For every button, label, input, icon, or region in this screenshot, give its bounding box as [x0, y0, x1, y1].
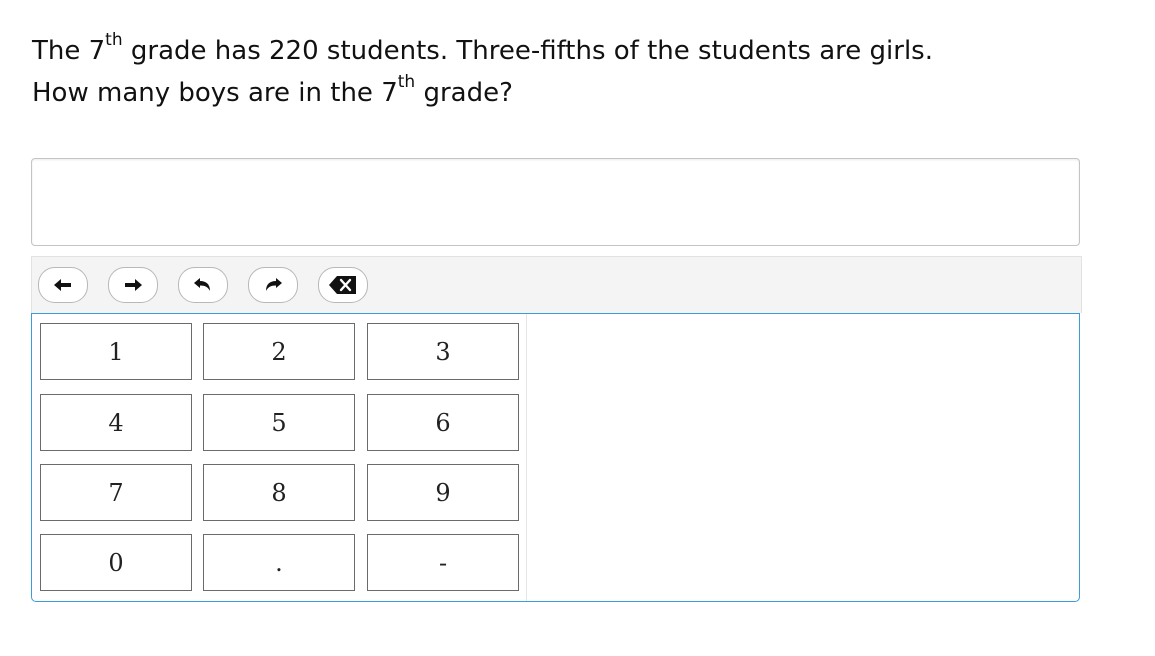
move-left-button[interactable]	[38, 267, 88, 303]
arrow-right-icon	[125, 279, 142, 291]
key-3[interactable]: 3	[367, 323, 519, 380]
redo-icon	[266, 278, 282, 291]
key-0[interactable]: 0	[40, 534, 192, 591]
key-6[interactable]: 6	[367, 394, 519, 451]
answer-input[interactable]	[31, 158, 1080, 246]
number-keypad: 1 2 3 4 5 6 7 8 9 0 . -	[31, 313, 1080, 602]
backspace-button[interactable]	[318, 267, 368, 303]
arrow-left-icon	[54, 279, 71, 291]
key-minus[interactable]: -	[367, 534, 519, 591]
question-text: The 7th grade has 220 students. Three-fi…	[32, 30, 1132, 114]
key-decimal[interactable]: .	[203, 534, 355, 591]
key-2[interactable]: 2	[203, 323, 355, 380]
key-1[interactable]: 1	[40, 323, 192, 380]
question-line-2: How many boys are in the 7th grade?	[32, 72, 513, 108]
backspace-icon	[329, 276, 356, 294]
key-5[interactable]: 5	[203, 394, 355, 451]
editor-toolbar	[31, 256, 1082, 313]
undo-button[interactable]	[178, 267, 228, 303]
redo-button[interactable]	[248, 267, 298, 303]
key-9[interactable]: 9	[367, 464, 519, 521]
move-right-button[interactable]	[108, 267, 158, 303]
keypad-grid: 1 2 3 4 5 6 7 8 9 0 . -	[32, 314, 527, 601]
undo-icon	[194, 278, 210, 291]
key-8[interactable]: 8	[203, 464, 355, 521]
key-4[interactable]: 4	[40, 394, 192, 451]
key-7[interactable]: 7	[40, 464, 192, 521]
question-line-1: The 7th grade has 220 students. Three-fi…	[32, 30, 933, 66]
